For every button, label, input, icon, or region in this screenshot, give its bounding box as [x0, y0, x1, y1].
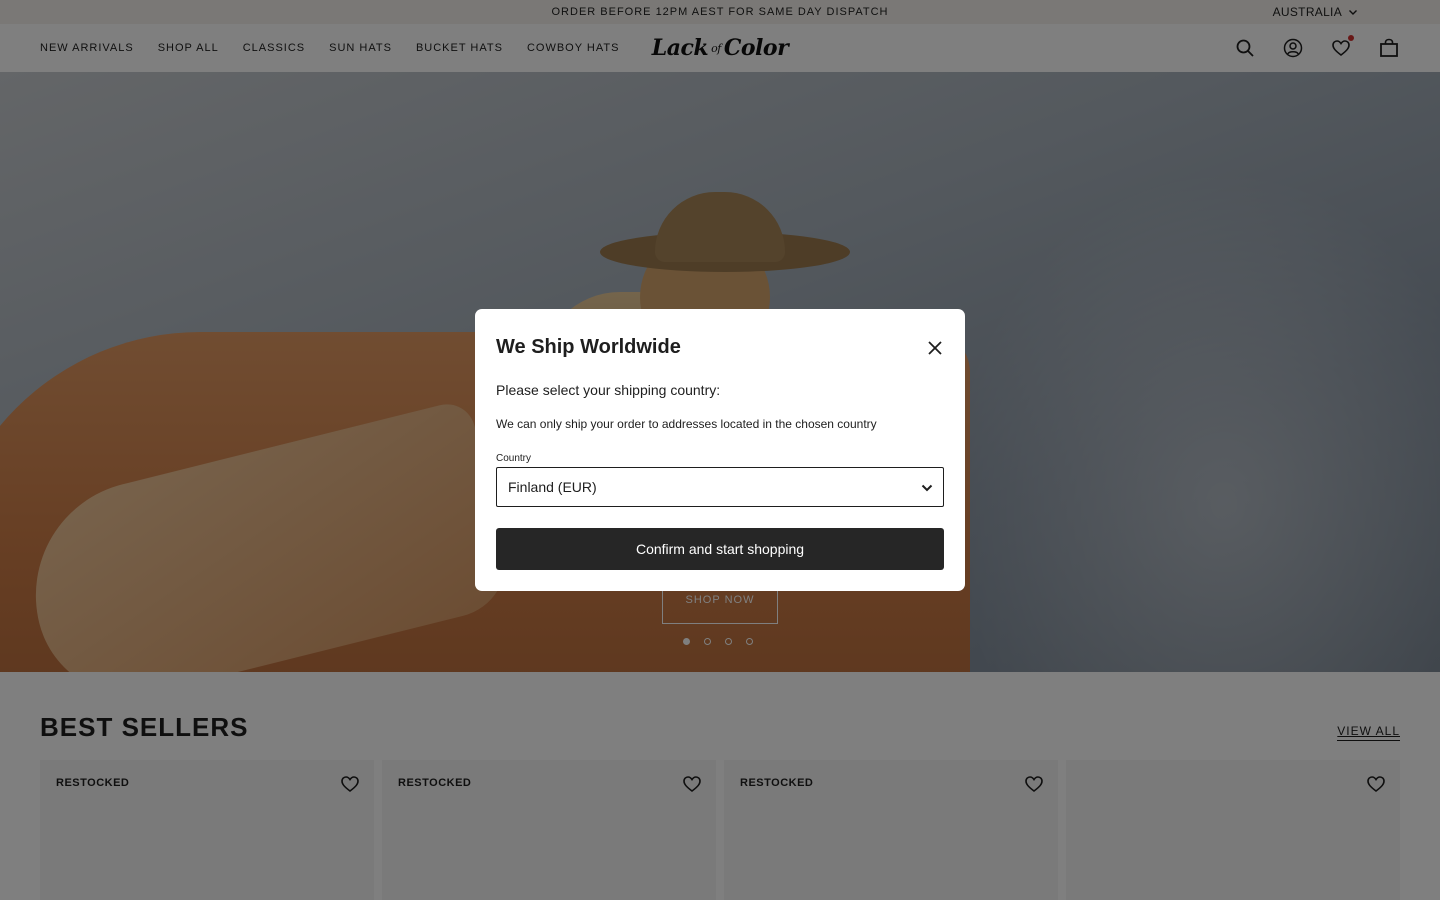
modal-subtitle: Please select your shipping country: — [496, 382, 721, 398]
confirm-button[interactable]: Confirm and start shopping — [496, 528, 944, 570]
modal-title: We Ship Worldwide — [496, 336, 681, 358]
country-value: Finland (EUR) — [508, 479, 597, 495]
modal-note: We can only ship your order to addresses… — [496, 417, 877, 431]
country-label: Country — [496, 453, 532, 464]
country-select[interactable]: Finland (EUR) — [496, 467, 944, 507]
shipping-country-modal: We Ship Worldwide Please select your shi… — [475, 309, 965, 591]
close-icon[interactable] — [925, 338, 945, 358]
chevron-down-icon — [921, 484, 933, 492]
